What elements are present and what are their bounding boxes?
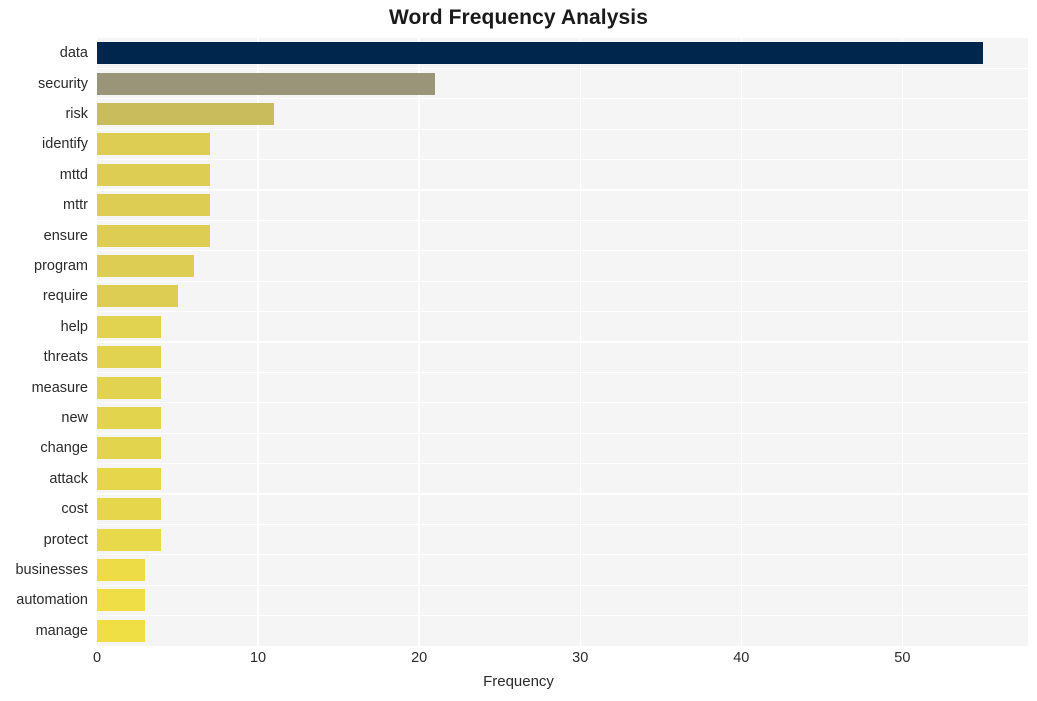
y-axis-tick-labels: data security risk identify mttd mttr ensure pr… bbox=[0, 38, 1037, 646]
x-tick-label-50: 50 bbox=[894, 650, 911, 666]
y-tick-label-new: new bbox=[61, 410, 88, 426]
x-axis-tick-labels: 0 10 20 30 40 50 bbox=[0, 650, 1037, 674]
y-tick-label-risk: risk bbox=[65, 106, 88, 122]
x-tick-label-0: 0 bbox=[92, 650, 102, 666]
y-tick-label-program: program bbox=[34, 258, 88, 274]
y-tick-label-mttr: mttr bbox=[63, 197, 88, 214]
y-tick-label-mttd: mttd bbox=[59, 166, 88, 183]
y-tick-label-cost: cost bbox=[61, 501, 88, 518]
y-tick-label-ensure: ensure bbox=[43, 227, 88, 244]
y-tick-label-require: require bbox=[42, 288, 88, 305]
y-tick-label-security: security bbox=[38, 75, 88, 92]
x-tick-label-10: 10 bbox=[249, 650, 267, 666]
y-tick-label-automation: automation bbox=[16, 592, 88, 609]
chart-figure: Word Frequency Analysis data security risk… bbox=[0, 0, 1037, 701]
y-tick-label-attack: attack bbox=[49, 470, 88, 487]
chart-title: Word Frequency Analysis bbox=[388, 6, 649, 29]
y-tick-label-businesses: businesses bbox=[15, 562, 88, 578]
y-tick-label-data: data bbox=[59, 45, 88, 62]
y-tick-label-measure: measure bbox=[31, 379, 88, 396]
y-tick-label-manage: manage bbox=[35, 622, 88, 639]
x-tick-label-20: 20 bbox=[411, 650, 428, 666]
x-axis-title: Frequency bbox=[483, 673, 554, 690]
x-tick-label-40: 40 bbox=[733, 650, 750, 666]
x-tick-label-30: 30 bbox=[572, 650, 589, 666]
y-tick-label-threats: threats bbox=[43, 349, 88, 366]
y-tick-label-change: change bbox=[40, 440, 88, 457]
y-tick-label-identify: identify bbox=[42, 136, 88, 153]
y-tick-label-protect: protect bbox=[43, 531, 88, 548]
y-tick-label-help: help bbox=[60, 318, 88, 335]
